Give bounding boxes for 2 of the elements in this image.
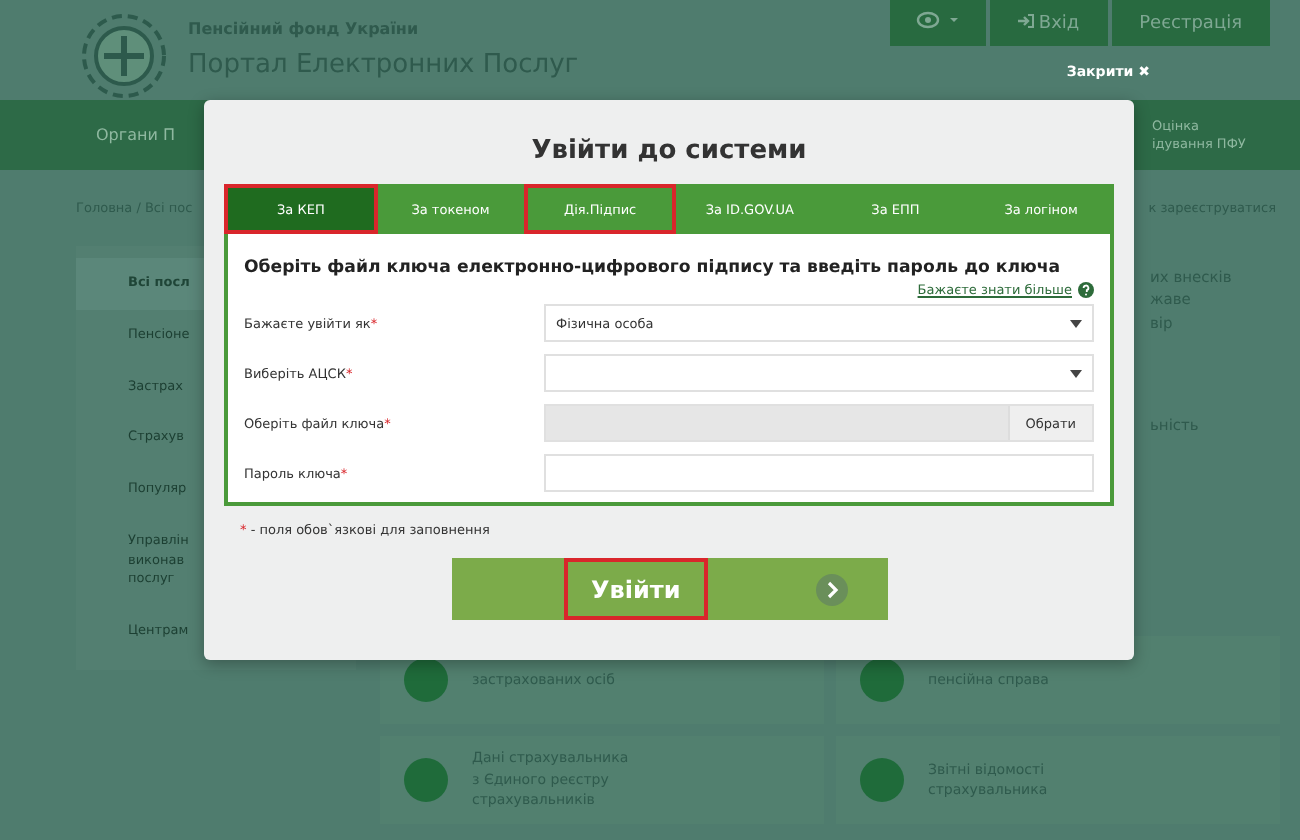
form-heading: Оберіть файл ключа електронно-цифрового підпису та введіть пароль до ключа xyxy=(244,258,1063,278)
dialog-title: Увійти до системи xyxy=(531,133,807,169)
